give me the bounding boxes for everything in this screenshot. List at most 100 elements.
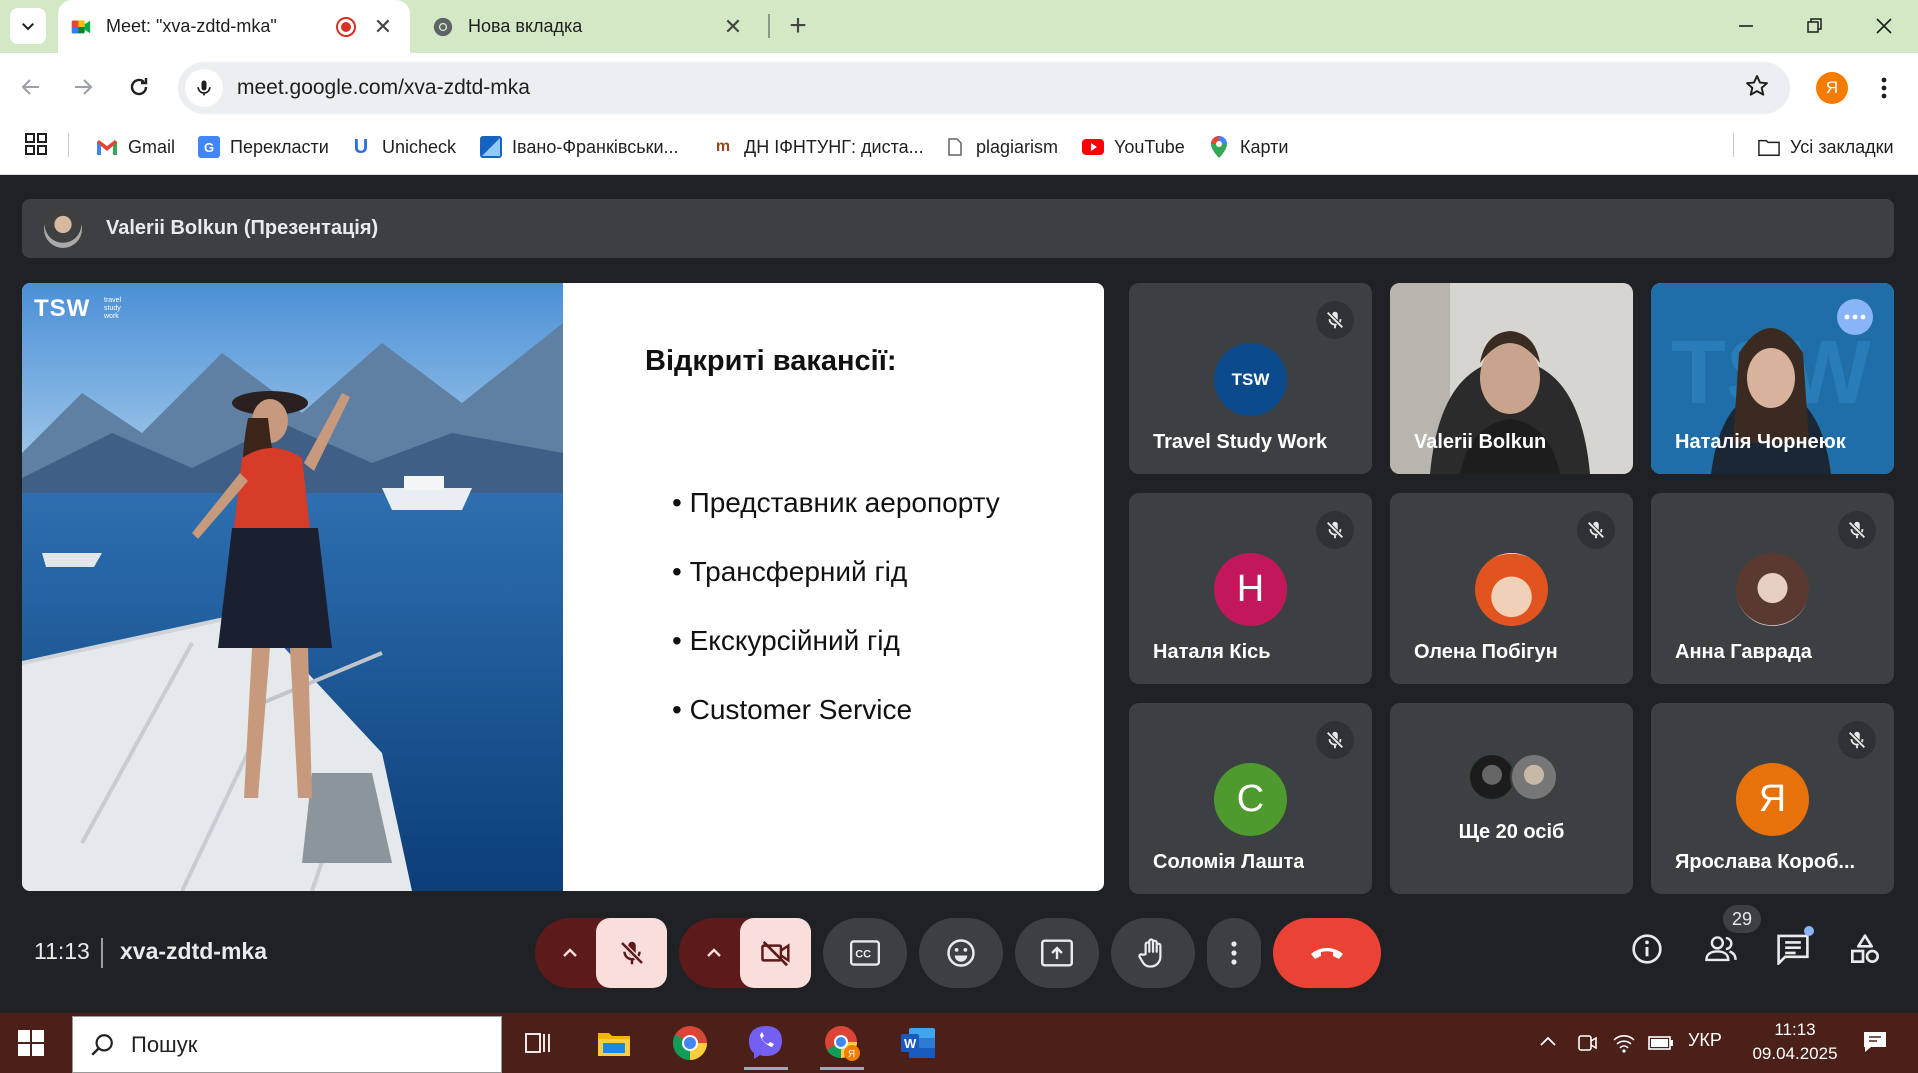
google-meet-icon [71, 20, 91, 33]
input-language[interactable]: УКР [1688, 1030, 1722, 1051]
reload-button[interactable] [122, 70, 156, 104]
recording-icon [336, 16, 356, 37]
taskbar-clock[interactable]: 11:13 09.04.2025 [1740, 1018, 1850, 1066]
back-button[interactable] [14, 70, 48, 104]
bookmark-youtube[interactable]: YouTube [1082, 131, 1185, 163]
address-bar[interactable]: meet.google.com/xva-zdtd-mka [178, 62, 1790, 114]
url-text[interactable]: meet.google.com/xva-zdtd-mka [237, 76, 530, 100]
tab-new[interactable]: Нова вкладка ✕ [420, 0, 760, 53]
leave-call-button[interactable] [1273, 918, 1381, 988]
presentation-slide[interactable]: TSW travel study work Відкриті вакансії:… [22, 283, 1104, 891]
task-view-button[interactable] [512, 1018, 564, 1068]
participant-tile[interactable]: Я Ярослава Короб... [1651, 703, 1894, 894]
windows-icon [18, 1030, 44, 1056]
chevron-down-icon [22, 23, 34, 31]
bookmark-unicheck[interactable]: U Unicheck [350, 131, 456, 163]
taskbar-search[interactable]: Пошук [72, 1016, 502, 1073]
camera-toggle-button[interactable] [740, 918, 811, 988]
participant-tile-active-speaker[interactable]: TSW Наталія Чорнеюк [1651, 283, 1894, 474]
participant-name: Олена Побігун [1414, 641, 1558, 663]
clock-separator [101, 938, 103, 968]
chat-unread-dot [1804, 926, 1814, 936]
meeting-code: xva-zdtd-mka [120, 938, 267, 964]
tab-search-button[interactable] [10, 8, 46, 44]
apps-button[interactable] [24, 132, 48, 161]
participant-tile[interactable]: Valerii Bolkun [1390, 283, 1633, 474]
slide-photo [22, 283, 563, 891]
audio-settings-button[interactable] [535, 918, 605, 988]
tray-overflow-button[interactable] [1538, 1032, 1558, 1057]
bookmark-star-button[interactable] [1744, 73, 1770, 104]
bookmark-plagiarism[interactable]: plagiarism [944, 131, 1058, 163]
browser-menu-button[interactable] [1872, 70, 1896, 106]
unicheck-icon: U [353, 135, 369, 158]
more-options-button[interactable] [1837, 299, 1873, 335]
reload-icon [130, 78, 148, 96]
chat-icon [1777, 934, 1809, 965]
more-vert-icon [1881, 77, 1887, 99]
site-info-button[interactable] [185, 69, 223, 107]
start-button[interactable] [16, 1028, 46, 1063]
meeting-details-button[interactable] [1618, 920, 1676, 978]
chat-button[interactable] [1764, 920, 1822, 978]
notifications-button[interactable] [1862, 1030, 1888, 1059]
taskbar-chrome-profile[interactable]: Я [816, 1018, 868, 1070]
profile-avatar[interactable]: Я [1816, 72, 1848, 104]
more-options-button[interactable] [1207, 918, 1261, 988]
bookmark-gmail[interactable]: Gmail [96, 131, 175, 163]
close-icon [1876, 18, 1892, 34]
close-tab-icon[interactable]: ✕ [370, 14, 396, 40]
reactions-button[interactable] [919, 918, 1003, 988]
taskbar-chrome[interactable] [664, 1018, 716, 1068]
meet-now-tray[interactable] [1576, 1032, 1598, 1059]
taskbar-explorer[interactable] [588, 1018, 640, 1068]
taskbar-word[interactable]: W [892, 1018, 944, 1068]
captions-button[interactable]: CC [823, 918, 907, 988]
minimize-button[interactable] [1726, 6, 1766, 46]
bookmark-label: Перекласти [230, 136, 329, 157]
participant-name: Ярослава Короб... [1675, 851, 1856, 873]
emoji-icon [947, 939, 975, 967]
participant-tile[interactable]: Олена Побігун [1390, 493, 1633, 684]
battery-tray[interactable] [1648, 1034, 1674, 1057]
restore-icon [1807, 18, 1822, 33]
raise-hand-button[interactable] [1111, 918, 1195, 988]
new-tab-button[interactable]: + [778, 6, 818, 46]
close-window-button[interactable] [1864, 6, 1904, 46]
network-tray[interactable] [1612, 1032, 1636, 1059]
participant-name: Наталя Кісь [1153, 641, 1271, 663]
tab-title: Meet: "xva-zdtd-mka" [106, 16, 277, 36]
taskbar-viber[interactable] [740, 1018, 792, 1070]
mic-off-icon [1838, 511, 1876, 549]
participant-name: Travel Study Work [1153, 431, 1328, 453]
tab-meet[interactable]: Meet: "xva-zdtd-mka" ✕ [58, 0, 410, 53]
task-view-icon [525, 1033, 550, 1053]
restore-button[interactable] [1795, 6, 1835, 46]
bookmark-maps[interactable]: Карти [1208, 131, 1288, 163]
participant-tile-more[interactable]: Ще 20 осіб [1390, 703, 1633, 894]
present-screen-button[interactable] [1015, 918, 1099, 988]
mic-off-icon [1316, 301, 1354, 339]
participant-avatar: Я [1736, 763, 1809, 836]
bookmark-ivano-frankivsk[interactable]: Івано-Франківськи... [480, 131, 679, 163]
participant-tile[interactable]: Н Наталя Кісь [1129, 493, 1372, 684]
viber-icon [749, 1026, 782, 1059]
forward-button[interactable] [66, 70, 100, 104]
battery-icon [1648, 1036, 1673, 1050]
participant-tile[interactable]: TSW Travel Study Work [1129, 283, 1372, 474]
all-bookmarks-button[interactable]: Усі закладки [1758, 131, 1894, 163]
svg-text:CC: CC [855, 949, 871, 961]
info-icon [1632, 934, 1662, 964]
close-tab-icon[interactable]: ✕ [720, 14, 746, 40]
bookmark-translate[interactable]: G Перекласти [198, 131, 329, 163]
translate-icon: G [198, 136, 220, 158]
activities-button[interactable] [1836, 920, 1894, 978]
participant-tile[interactable]: Анна Гаврада [1651, 493, 1894, 684]
people-button[interactable] [1692, 920, 1750, 978]
microphone-toggle-button[interactable] [596, 918, 667, 988]
bookmark-label: YouTube [1114, 136, 1185, 157]
participant-tile[interactable]: С Соломія Лашта [1129, 703, 1372, 894]
bookmark-ifntung[interactable]: m ДН ІФНТУНГ: диста... [712, 131, 924, 163]
video-settings-button[interactable] [679, 918, 749, 988]
present-to-all-icon [1041, 939, 1073, 967]
